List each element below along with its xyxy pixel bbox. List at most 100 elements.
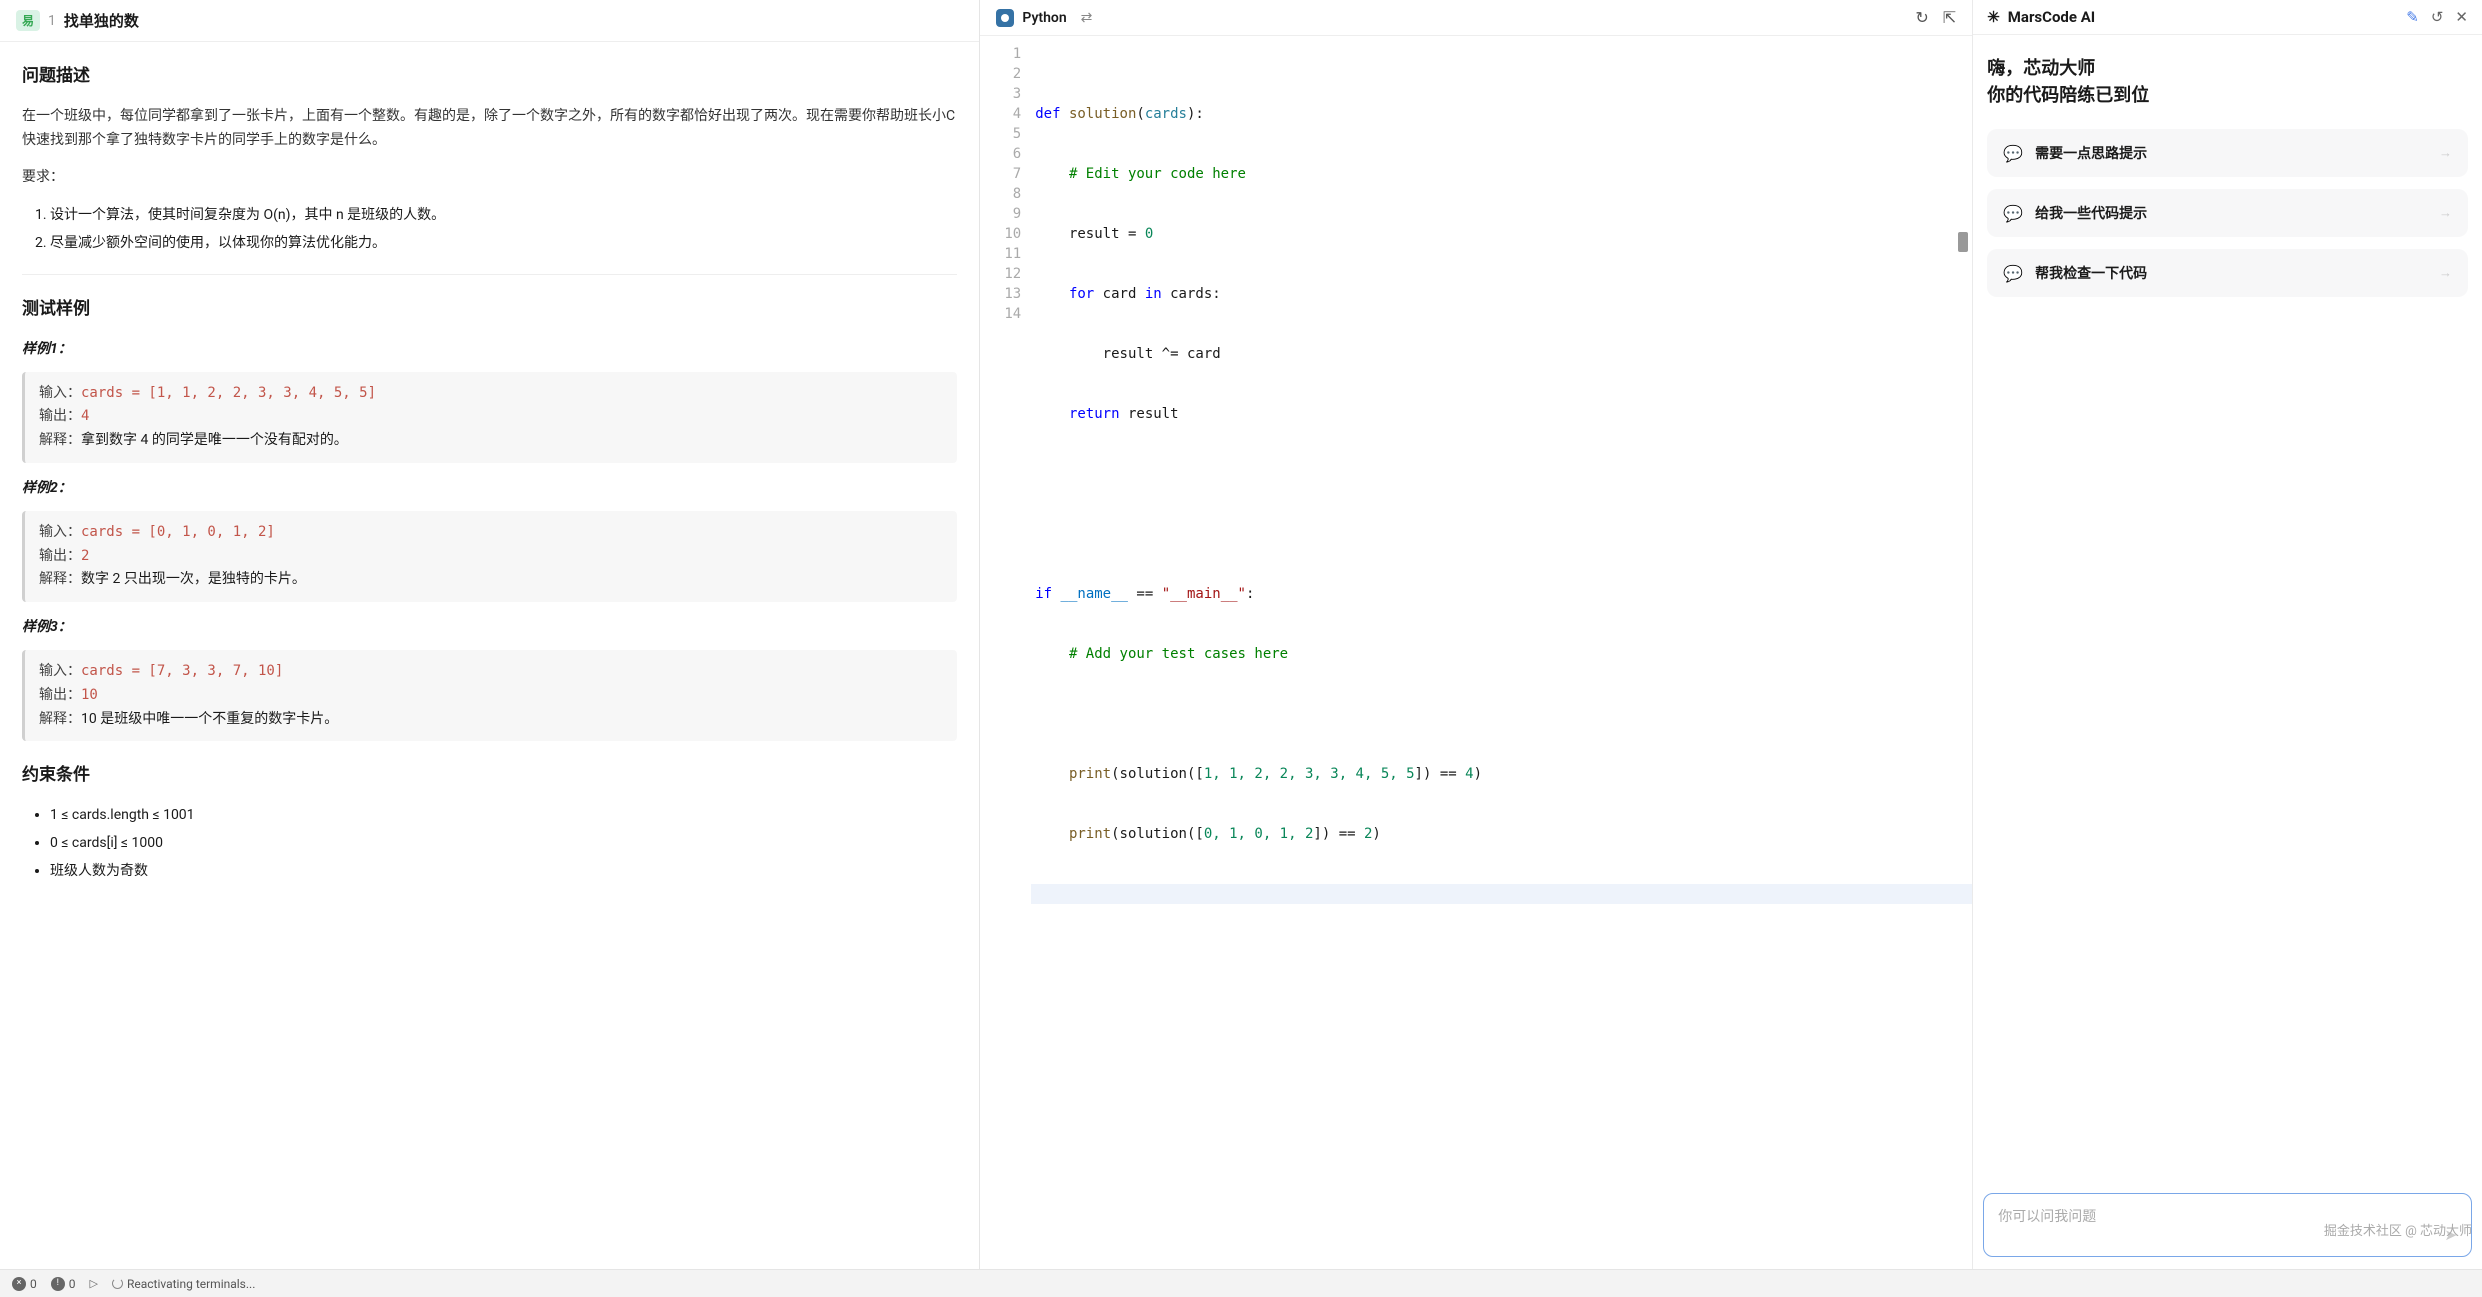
sample-explain-label: 解释： — [39, 571, 81, 587]
minimap-handle[interactable] — [1958, 232, 1968, 252]
sample1-box: 输入：cards = [1, 1, 2, 2, 3, 3, 4, 5, 5] 输… — [22, 372, 957, 463]
send-icon[interactable]: ➤ — [2444, 1226, 2457, 1244]
greet-line2: 你的代码陪练已到位 — [1987, 82, 2468, 109]
line-number: 6 — [1004, 144, 1021, 164]
line-number: 9 — [1004, 204, 1021, 224]
line-number: 7 — [1004, 164, 1021, 184]
code-line: print(solution([0, 1, 0, 1, 2]) == 2) — [1035, 824, 1972, 844]
sample3-box: 输入：cards = [7, 3, 3, 7, 10] 输出：10 解释：10 … — [22, 650, 957, 741]
editor-header: Python ⇄ ↻ ⇱ — [980, 0, 1972, 36]
chat-icon: 💬 — [2003, 204, 2023, 223]
run-button[interactable]: ▷ — [90, 1277, 98, 1290]
code-line: result = 0 — [1035, 224, 1972, 244]
problem-title: 找单独的数 — [64, 10, 139, 31]
code-line: print(solution([1, 1, 2, 2, 3, 3, 4, 5, … — [1035, 764, 1972, 784]
ai-brand: ✳ MarsCode AI — [1987, 8, 2095, 26]
sample-explain-label: 解释： — [39, 711, 81, 727]
arrow-icon: → — [2439, 145, 2452, 161]
problem-header: 易 1 找单独的数 — [0, 0, 979, 42]
sparkle-icon: ✳ — [1987, 8, 2000, 26]
chat-icon: 💬 — [2003, 264, 2023, 283]
editor-panel: Python ⇄ ↻ ⇱ 1 2 3 4 5 6 7 8 9 10 11 12 — [980, 0, 1973, 1269]
code-line: result ^= card — [1035, 344, 1972, 364]
suggestion-text: 帮我检查一下代码 — [2035, 263, 2147, 283]
code-line: return result — [1035, 404, 1972, 424]
section-description-heading: 问题描述 — [22, 62, 957, 91]
problem-body[interactable]: 问题描述 在一个班级中，每位同学都拿到了一张卡片，上面有一个整数。有趣的是，除了… — [0, 42, 979, 1269]
ai-body: 嗨，芯动大师 你的代码陪练已到位 💬需要一点思路提示 → 💬 给我一些代码提示 →… — [1973, 35, 2482, 1183]
sample-explain-value: 10 是班级中唯一一个不重复的数字卡片。 — [81, 711, 338, 727]
error-icon: × — [12, 1277, 26, 1291]
ai-greeting: 嗨，芯动大师 你的代码陪练已到位 — [1987, 55, 2468, 109]
suggestion-text: 给我一些代码提示 — [2035, 203, 2147, 223]
sample-explain-value: 拿到数字 4 的同学是唯一一个没有配对的。 — [81, 432, 348, 448]
ai-input-placeholder: 你可以问我问题 — [1998, 1206, 2457, 1226]
line-number: 2 — [1004, 64, 1021, 84]
line-number: 10 — [1004, 224, 1021, 244]
close-button[interactable]: ✕ — [2455, 8, 2468, 26]
code-editor[interactable]: 1 2 3 4 5 6 7 8 9 10 11 12 13 14 def sol… — [980, 36, 1972, 1269]
constraints-list: 1 ≤ cards.length ≤ 1001 0 ≤ cards[i] ≤ 1… — [22, 804, 957, 883]
swap-icon: ⇄ — [1081, 10, 1093, 26]
code-line — [1035, 524, 1972, 544]
language-selector[interactable]: Python ⇄ — [996, 9, 1092, 27]
line-number: 8 — [1004, 184, 1021, 204]
sample-output-value: 2 — [81, 548, 89, 564]
sample-output-value: 4 — [81, 408, 89, 424]
requirements-label: 要求： — [22, 166, 957, 190]
chat-icon: 💬 — [2003, 144, 2023, 163]
sample-input-label: 输入： — [39, 385, 81, 401]
sample-output-label: 输出： — [39, 687, 81, 703]
sample-input-value: cards = [1, 1, 2, 2, 3, 3, 4, 5, 5] — [81, 385, 376, 401]
sample2-box: 输入：cards = [0, 1, 0, 1, 2] 输出：2 解释：数字 2 … — [22, 511, 957, 602]
constraint-item: 0 ≤ cards[i] ≤ 1000 — [50, 832, 957, 856]
code-line — [1035, 704, 1972, 724]
requirement-item: 设计一个算法，使其时间复杂度为 O(n)，其中 n 是班级的人数。 — [50, 204, 957, 228]
suggestion-hint[interactable]: 💬需要一点思路提示 → — [1987, 129, 2468, 177]
errors-indicator[interactable]: × 0 — [12, 1277, 37, 1291]
arrow-icon: → — [2439, 265, 2452, 281]
error-count: 0 — [30, 1277, 37, 1291]
problem-number: 1 — [48, 13, 56, 29]
constraint-item: 1 ≤ cards.length ≤ 1001 — [50, 804, 957, 828]
history-button[interactable]: ↺ — [2431, 8, 2444, 26]
arrow-icon: → — [2439, 205, 2452, 221]
terminal-status[interactable]: Reactivating terminals... — [112, 1277, 255, 1291]
suggestion-check[interactable]: 💬 帮我检查一下代码 → — [1987, 249, 2468, 297]
sample1-label: 样例1： — [22, 338, 957, 362]
code-line: def solution(cards): — [1035, 104, 1972, 124]
problem-panel: 易 1 找单独的数 问题描述 在一个班级中，每位同学都拿到了一张卡片，上面有一个… — [0, 0, 980, 1269]
ai-input-wrap: 你可以问我问题 ➤ — [1973, 1183, 2482, 1269]
warning-count: 0 — [69, 1277, 76, 1291]
requirements-list: 设计一个算法，使其时间复杂度为 O(n)，其中 n 是班级的人数。 尽量减少额外… — [22, 204, 957, 256]
section-tests-heading: 测试样例 — [22, 295, 957, 324]
terminal-status-text: Reactivating terminals... — [127, 1277, 255, 1291]
code-line — [1035, 464, 1972, 484]
sample-output-value: 10 — [81, 687, 98, 703]
current-line-highlight — [1031, 884, 1972, 904]
bookmark-button[interactable]: ⇱ — [1943, 8, 1956, 27]
warning-icon: ! — [51, 1277, 65, 1291]
ai-panel: ✳ MarsCode AI ✎ ↺ ✕ 嗨，芯动大师 你的代码陪练已到位 💬需要… — [1973, 0, 2482, 1269]
ai-chat-input[interactable]: 你可以问我问题 ➤ — [1983, 1193, 2472, 1257]
warnings-indicator[interactable]: ! 0 — [51, 1277, 76, 1291]
line-number: 5 — [1004, 124, 1021, 144]
code-line — [1035, 884, 1972, 904]
line-number: 11 — [1004, 244, 1021, 264]
refresh-button[interactable]: ↻ — [1915, 8, 1928, 27]
sample-output-label: 输出： — [39, 548, 81, 564]
status-bar: × 0 ! 0 ▷ Reactivating terminals... — [0, 1269, 2482, 1297]
section-constraints-heading: 约束条件 — [22, 761, 957, 790]
suggestion-code[interactable]: 💬 给我一些代码提示 → — [1987, 189, 2468, 237]
line-number: 1 — [1004, 44, 1021, 64]
code-lines[interactable]: def solution(cards): # Edit your code he… — [1035, 44, 1972, 1269]
new-chat-button[interactable]: ✎ — [2406, 8, 2419, 26]
line-gutter: 1 2 3 4 5 6 7 8 9 10 11 12 13 14 — [980, 44, 1035, 1269]
sample-input-label: 输入： — [39, 663, 81, 679]
requirement-item: 尽量减少额外空间的使用，以体现你的算法优化能力。 — [50, 232, 957, 256]
difficulty-badge: 易 — [16, 10, 40, 31]
sample-input-value: cards = [7, 3, 3, 7, 10] — [81, 663, 283, 679]
ai-header-actions: ✎ ↺ ✕ — [2406, 8, 2468, 26]
line-number: 13 — [1004, 284, 1021, 304]
editor-actions: ↻ ⇱ — [1915, 8, 1956, 27]
